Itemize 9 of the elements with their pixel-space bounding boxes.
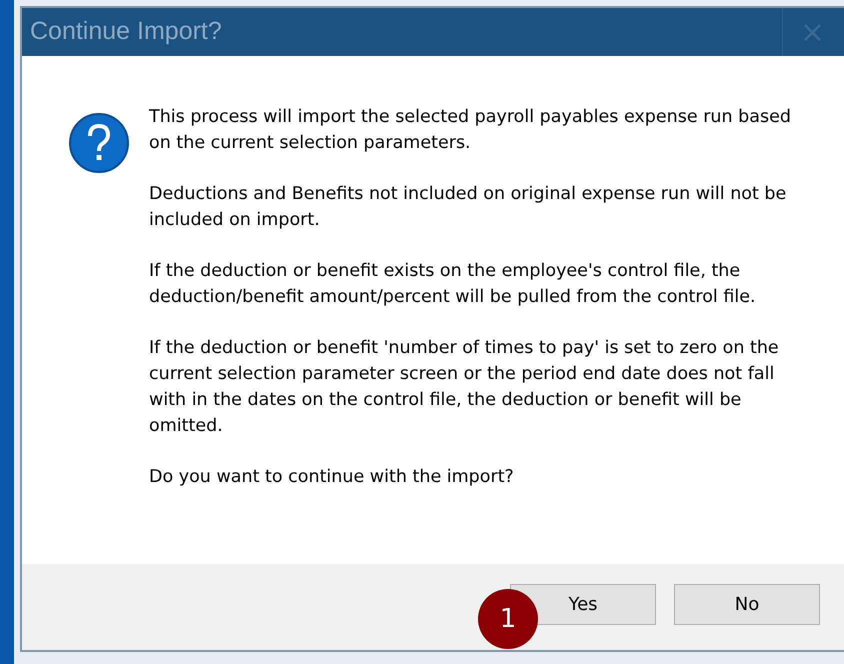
dialog-button[interactable]: No <box>674 584 820 625</box>
message-paragraph: Do you want to continue with the import? <box>149 466 515 489</box>
message-paragraph: Deductions and Benefits not included on original expense run will not be included on import. <box>149 183 788 232</box>
message-paragraph: If the deduction or benefit exists on the employee's control file, the deduction/benefit amount/percent will be pulled from the control file. <box>149 260 757 309</box>
question-icon <box>68 112 130 174</box>
message-paragraph: This process will import the selected payroll payables expense run based on the current selection parameters. <box>149 106 792 155</box>
step-badge: 1 <box>478 589 538 649</box>
message-paragraph: If the deduction or benefit 'number of times to pay' is set to zero on the current selection parameter screen or the period end date does not fall with in the dates on the control file, the deduction or benefit will be omitted. <box>149 337 780 438</box>
window-title: Continue Import? <box>29 16 222 48</box>
